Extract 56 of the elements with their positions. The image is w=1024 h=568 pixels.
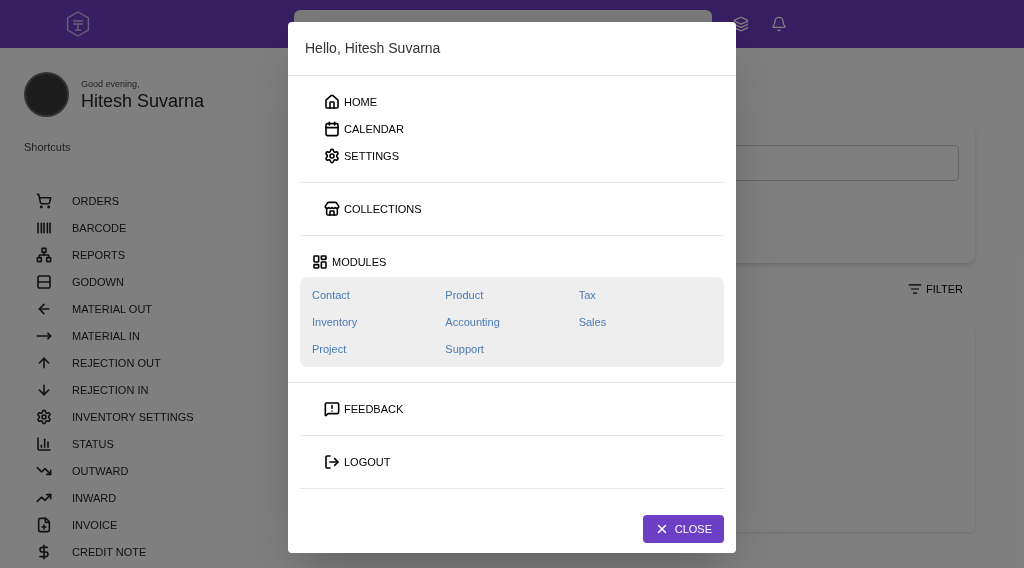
menu-link[interactable]: SETTINGS <box>324 147 399 165</box>
module-link[interactable]: Tax <box>578 286 596 304</box>
shortcuts-label: Shortcuts <box>24 140 72 155</box>
shortcut-item[interactable]: REJECTION IN <box>24 376 149 404</box>
bell-icon[interactable] <box>771 16 787 32</box>
filter-button[interactable]: FILTER <box>907 281 963 298</box>
cart-icon <box>36 193 52 209</box>
module-link[interactable]: Product <box>445 286 484 304</box>
menu-link[interactable]: FEEDBACK <box>324 400 404 418</box>
calendar-icon <box>324 121 340 137</box>
menu-link[interactable]: LOGOUT <box>324 453 391 471</box>
shortcut-item[interactable]: INVENTORY SETTINGS <box>24 403 194 431</box>
home-icon <box>324 94 340 110</box>
menu-link[interactable]: HOME <box>324 93 377 111</box>
bar-chart-icon <box>36 436 52 452</box>
menu-link[interactable]: COLLECTIONS <box>324 200 422 218</box>
shortcut-item[interactable]: INVOICE <box>24 511 118 539</box>
menu-link[interactable]: CALENDAR <box>324 120 404 138</box>
layers-icon[interactable] <box>733 16 749 32</box>
shortcut-item[interactable]: REPORTS <box>24 241 125 269</box>
logo-icon <box>65 11 91 37</box>
close-button[interactable]: CLOSE <box>642 515 724 543</box>
dialog-title: Hello, Hitesh Suvarna <box>288 22 736 76</box>
greeting: Good evening, <box>81 77 141 91</box>
shortcut-item[interactable]: GODOWN <box>24 268 124 296</box>
logout-icon <box>324 454 340 470</box>
dashboard-icon <box>312 254 328 270</box>
settings-icon <box>324 148 340 164</box>
store-icon <box>324 201 340 217</box>
shortcut-item[interactable]: ORDERS <box>24 187 120 215</box>
module-link[interactable]: Accounting <box>445 313 500 331</box>
file-plus-icon <box>36 517 52 533</box>
shortcut-item[interactable]: MATERIAL OUT <box>24 295 153 323</box>
shortcut-item[interactable]: STATUS <box>24 430 114 458</box>
feedback-icon <box>324 401 340 417</box>
dollar-icon <box>36 544 52 560</box>
avatar <box>24 72 69 117</box>
rows-icon <box>36 274 52 290</box>
shortcut-item[interactable]: BARCODE <box>24 214 127 242</box>
module-link[interactable]: Support <box>445 340 484 358</box>
menu-link[interactable]: MODULES <box>312 253 387 271</box>
shortcut-item[interactable]: REJECTION OUT <box>24 349 161 377</box>
shortcut-item[interactable]: INWARD <box>24 484 117 512</box>
arrow-up-icon <box>36 355 52 371</box>
barcode-icon <box>36 220 52 236</box>
user-name: Hitesh Suvarna <box>81 91 205 112</box>
shortcut-item[interactable]: MATERIAL IN <box>24 322 140 350</box>
arrow-down-icon <box>36 382 52 398</box>
module-link[interactable]: Sales <box>578 313 607 331</box>
module-link[interactable]: Project <box>312 340 347 358</box>
settings-icon <box>36 409 52 425</box>
shortcut-item[interactable]: CREDIT NOTE <box>24 538 147 566</box>
filter-icon <box>907 282 922 297</box>
module-link[interactable]: Inventory <box>312 313 358 331</box>
module-link[interactable]: Contact <box>312 286 350 304</box>
shortcut-item[interactable]: OUTWARD <box>24 457 129 485</box>
